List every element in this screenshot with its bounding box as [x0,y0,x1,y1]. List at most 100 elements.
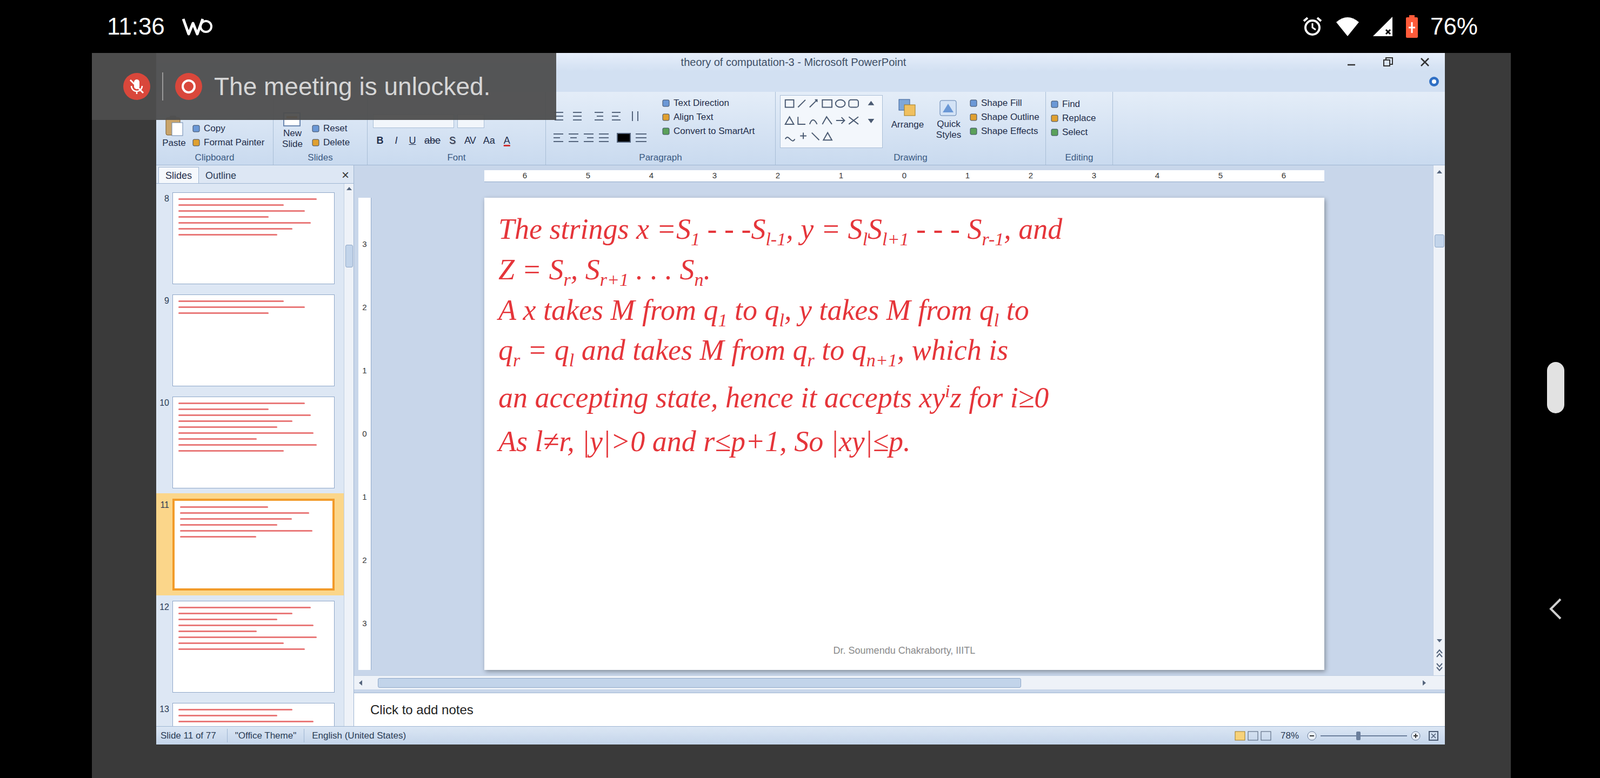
pane-tab[interactable]: Slides [158,167,199,184]
quick-styles-icon [938,97,959,119]
font-format-button[interactable]: abe [421,133,444,148]
pane-scroll-thumb[interactable] [345,244,353,268]
horizontal-ruler: 6543210123456 [484,170,1325,183]
pane-tab[interactable]: Outline [198,168,243,184]
slide-text-segment: r [563,269,571,290]
shapes-gallery-icon[interactable] [780,95,883,149]
ruler-number: 4 [1125,169,1190,183]
slide-thumbnail[interactable] [172,601,335,693]
slide-thumbnail-row[interactable]: 11 [156,493,344,596]
slide-canvas[interactable]: The strings x =S1 - - -Sl-1, y = SlSl+1 … [484,197,1325,671]
list-buttons-icon[interactable] [551,109,655,124]
font-format-button[interactable]: AV [461,133,479,148]
ribbon-button-label: Select [1062,125,1088,140]
slide-thumbnail[interactable] [172,396,335,489]
paragraph-group: Text DirectionAlign TextConvert to Smart… [545,91,776,165]
thumbnail-scribble [180,506,269,509]
zoom-in-icon[interactable] [1410,730,1422,742]
thumbnail-scribble [178,630,257,633]
ribbon-button-icon [661,112,671,122]
align-buttons-icon[interactable] [551,130,655,145]
slide-number: 8 [156,192,173,206]
font-format-button[interactable]: U [405,133,420,148]
thumbnail-scribble [180,512,310,515]
fit-window-icon[interactable] [1427,730,1440,743]
slide-thumbnail-row[interactable]: 8 [156,187,344,290]
scroll-indicator[interactable] [1547,362,1565,414]
ribbon-button[interactable]: Copy [191,121,265,136]
restore-icon[interactable] [1382,56,1395,69]
ribbon-button[interactable]: Shape Fill [969,96,1040,111]
slide-text-segment: q [498,334,513,367]
thumbnail-scribble [178,210,305,212]
slide-thumbnail-row[interactable]: 10 [156,391,344,494]
ribbon-button[interactable]: Select [1050,125,1109,140]
record-icon[interactable] [175,72,203,100]
mic-off-icon[interactable] [123,72,151,100]
slide-thumbnail-row[interactable]: 13 [156,697,344,727]
vertical-scroll-thumb[interactable] [1434,234,1445,248]
ribbon-button-icon [311,124,320,133]
thumbnail-scribble [178,721,314,723]
ribbon-button[interactable]: Shape Effects [969,124,1040,139]
slide-thumbnail[interactable] [172,192,335,285]
ribbon-button[interactable]: Format Painter [191,135,265,150]
previous-slide-icon[interactable] [1435,648,1444,660]
ribbon-button[interactable]: Find [1050,97,1109,112]
thumbnail-scribble [180,536,257,538]
ribbon-button[interactable]: Convert to SmartArt [661,124,755,139]
ribbon-button[interactable]: Reset [311,121,350,136]
pane-close-button[interactable]: × [341,167,350,184]
thumbnail-scribble [178,618,278,621]
clock: 11:36 [107,14,165,39]
ribbon-button[interactable]: Align Text [661,110,755,125]
zoom-slider[interactable] [1320,730,1408,742]
scroll-down-icon[interactable] [1435,636,1444,646]
ribbon-button[interactable]: Text Direction [661,96,755,111]
slide-thumbnail[interactable] [172,498,335,591]
slide-thumbnail[interactable] [172,294,335,387]
ribbon-button-icon [969,112,978,122]
slide-text-segment: r+1 [600,269,629,290]
zoom-out-icon[interactable] [1306,730,1318,742]
close-icon[interactable] [1418,56,1431,69]
back-chevron-icon[interactable] [1547,597,1564,622]
font-format-button[interactable]: B [372,133,388,148]
vertical-scrollbar[interactable] [1432,165,1445,676]
next-slide-icon[interactable] [1435,661,1444,673]
font-format-button[interactable]: A [500,133,515,148]
group-label: Font [367,150,546,165]
font-format-button[interactable]: S [445,133,460,148]
notes-pane[interactable]: Click to add notes [354,692,1445,727]
paste-button[interactable]: Paste [161,115,187,150]
slide-text-segment: 1 [717,309,728,330]
font-format-button[interactable]: Aa [480,133,498,148]
horizontal-scrollbar[interactable] [354,675,1445,690]
zoom-level: 78% [1280,729,1299,744]
quick-styles-button[interactable]: Quick Styles [932,95,965,151]
ribbon-button[interactable]: Shape Outline [969,110,1040,125]
thumbnail-scribble [178,438,257,440]
scroll-up-icon[interactable] [345,184,353,193]
slide-thumbnail[interactable] [172,703,335,727]
slide-thumbnail-row[interactable]: 12 [156,595,344,698]
ribbon-button[interactable]: Delete [311,135,350,150]
scroll-right-icon[interactable] [1420,678,1429,688]
help-icon[interactable] [1428,76,1440,88]
slide-text-segment: 1 [690,229,700,250]
group-label: Editing [1045,150,1113,165]
scroll-left-icon[interactable] [356,678,365,688]
font-format-button[interactable]: I [389,133,404,148]
view-buttons-icon[interactable] [1234,730,1272,743]
arrange-button[interactable]: Arrange [887,95,929,151]
pane-scrollbar[interactable] [343,183,354,727]
scroll-up-icon[interactable] [1435,167,1444,177]
zoom-slider-knob[interactable] [1356,731,1361,741]
powerpoint-window: theory of computation-3 - Microsoft Powe… [156,52,1445,745]
horizontal-scroll-thumb[interactable] [377,678,1022,689]
minimize-icon[interactable] [1345,56,1358,69]
slide-thumbnail-row[interactable]: 9 [156,289,344,392]
ribbon-button[interactable]: Replace [1050,111,1109,126]
ribbon-button-label: Convert to SmartArt [673,124,755,139]
slide-text-segment: to q [727,294,779,327]
